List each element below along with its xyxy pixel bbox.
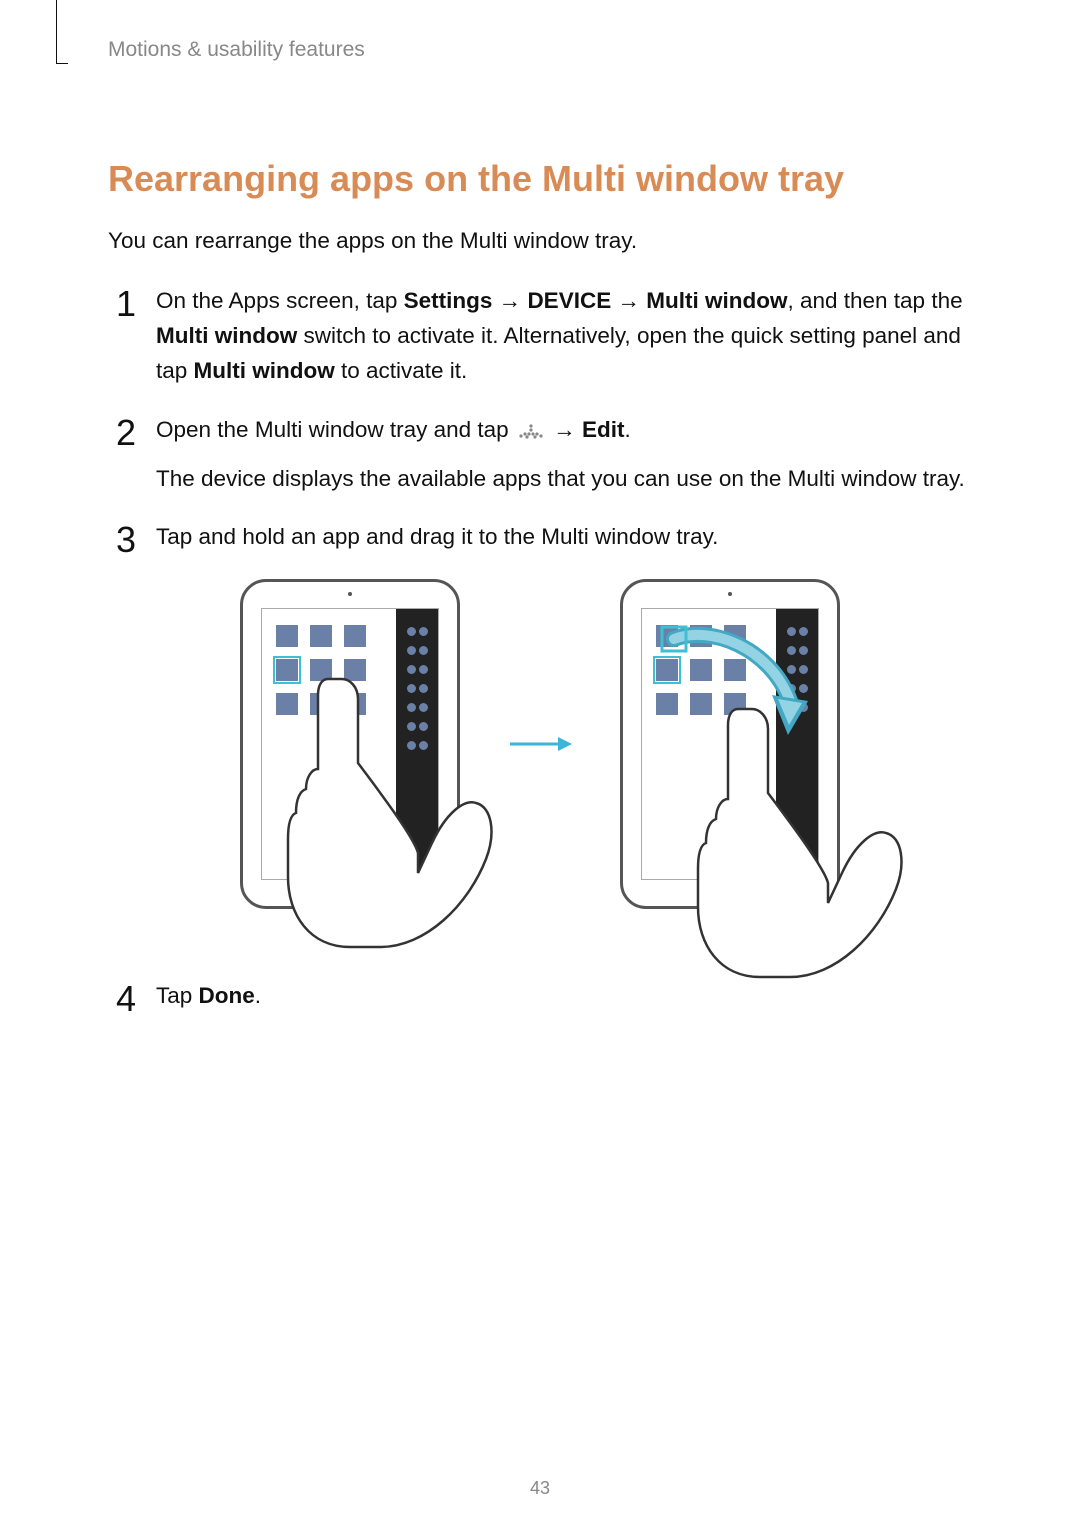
header-section-text: Motions & usability features [108, 38, 972, 62]
step-2-body: Open the Multi window tray and tap → Edi… [156, 413, 972, 450]
step-1-path-device: DEVICE [527, 288, 611, 313]
arrow-2: → [547, 417, 582, 442]
step-4-body: Tap Done. [156, 979, 972, 1014]
step-1: On the Apps screen, tap Settings → DEVIC… [108, 284, 972, 389]
step-1-bold2: Multi window [194, 358, 335, 383]
arrow-right-icon [508, 729, 572, 764]
illustration-row [108, 579, 972, 955]
apps-area-1 [262, 609, 396, 879]
step-1-body: On the Apps screen, tap Settings → DEVIC… [156, 284, 972, 389]
step-1-prefix: On the Apps screen, tap [156, 288, 404, 313]
arrow-1b: → [611, 288, 646, 313]
more-dots-icon [517, 415, 545, 450]
device-screen-1 [261, 608, 439, 880]
section-heading: Rearranging apps on the Multi window tra… [108, 158, 972, 200]
step-1-path-settings: Settings [404, 288, 493, 313]
step-1-mid1: , and then tap the [787, 288, 962, 313]
device-frame-1 [240, 579, 460, 909]
step-2: Open the Multi window tray and tap → Edi… [108, 413, 972, 497]
step-2-prefix: Open the Multi window tray and tap [156, 417, 515, 442]
step-1-suffix: to activate it. [335, 358, 468, 383]
tray-area-1 [396, 609, 438, 879]
step-1-path-multiwindow: Multi window [646, 288, 787, 313]
step-3: Tap and hold an app and drag it to the M… [108, 520, 972, 955]
device-illustration-2 [620, 579, 840, 955]
step-4-prefix: Tap [156, 983, 199, 1008]
step-2-bold: Edit [582, 417, 625, 442]
step-4-bold: Done [199, 983, 255, 1008]
step-2-sub: The device displays the available apps t… [156, 462, 972, 497]
step-4-suffix: . [255, 983, 261, 1008]
step-3-body: Tap and hold an app and drag it to the M… [156, 520, 972, 555]
step-1-bold1: Multi window [156, 323, 297, 348]
step-4: Tap Done. [108, 979, 972, 1014]
intro-text: You can rearrange the apps on the Multi … [108, 228, 972, 254]
step-2-suffix: . [624, 417, 630, 442]
steps-list: On the Apps screen, tap Settings → DEVIC… [108, 284, 972, 1014]
arrow-1a: → [492, 288, 527, 313]
device-illustration-1 [240, 579, 460, 909]
drag-arrow-icon [660, 625, 810, 755]
page-number: 43 [0, 1478, 1080, 1499]
page-tab-mark [56, 0, 68, 64]
